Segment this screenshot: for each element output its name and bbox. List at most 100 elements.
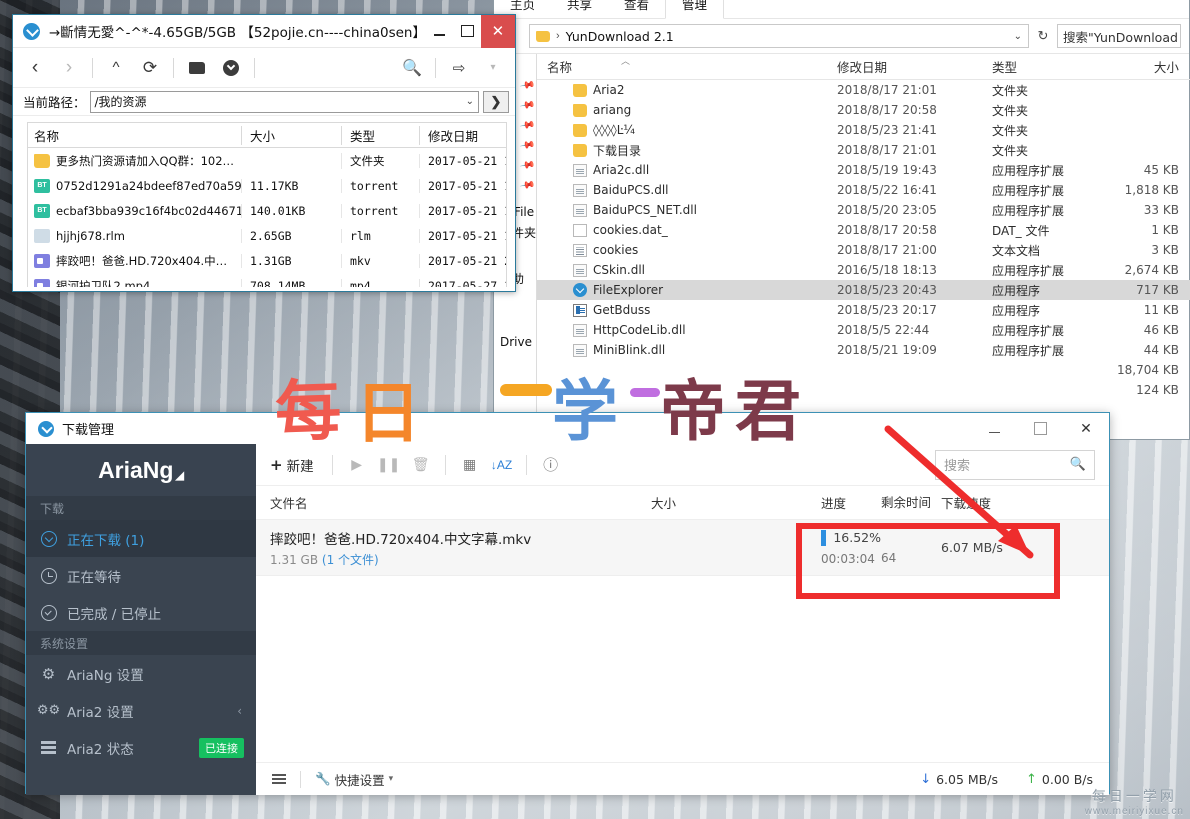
sidebar-item-ariang-settings[interactable]: ⚙ AriaNg 设置 xyxy=(26,655,256,692)
sidebar-item-aria2-status[interactable]: Aria2 状态 已连接 xyxy=(26,729,256,766)
table-row[interactable]: MiniBlink.dll 2018/5/21 19:09 应用程序扩展 44 KB xyxy=(537,340,1190,360)
download-icon[interactable] xyxy=(215,53,247,83)
chevron-down-icon[interactable]: ▾ xyxy=(389,774,394,784)
pin-icon[interactable]: 📌 xyxy=(519,178,536,194)
column-header-name[interactable]: 名称 ︿ xyxy=(537,57,827,76)
table-row[interactable]: HttpCodeLib.dll 2018/5/5 22:44 应用程序扩展 46 KB xyxy=(537,320,1190,340)
table-row[interactable]: cookies 2018/8/17 21:00 文本文档 3 KB xyxy=(537,240,1190,260)
view-grid-button[interactable]: ▦ xyxy=(456,451,484,479)
refresh-icon[interactable]: ⟳ xyxy=(134,53,166,83)
toolbar[interactable]: ‹ › ^ ⟳ 🔍 ⇨ ▾ xyxy=(13,48,515,88)
table-row[interactable]: Aria2 2018/8/17 21:01 文件夹 xyxy=(537,80,1190,100)
table-row[interactable]: 18,704 KB xyxy=(537,360,1190,380)
table-row[interactable]: hjjhj678.rlm 2.65GBrlm2017-05-21 15:18: xyxy=(28,223,506,248)
windows-explorer-window[interactable]: ▾ 应用程序工具 C:\Users\lt\Desktop\YunDownload… xyxy=(493,0,1190,440)
explorer-address-bar[interactable]: ↑ › YunDownload 2.1 ⌄ ↻ 搜索"YunDownload xyxy=(494,19,1189,53)
new-task-button[interactable]: + 新建 xyxy=(270,455,322,475)
ribbon-tabs[interactable]: 主页 共享 查看 管理 xyxy=(494,0,725,19)
sidebar-item-waiting[interactable]: 正在等待 xyxy=(26,557,256,594)
go-button[interactable]: ❯ xyxy=(483,90,509,113)
tab-share[interactable]: 共享 xyxy=(551,0,608,19)
path-bar[interactable]: 当前路径： /我的资源 ⌄ ❯ xyxy=(13,88,515,116)
table-row[interactable]: Aria2c.dll 2018/5/19 19:43 应用程序扩展 45 KB xyxy=(537,160,1190,180)
table-row[interactable]: 下载目录 2018/8/17 21:01 文件夹 xyxy=(537,140,1190,160)
file-list-pane[interactable]: 名称 ︿ 修改日期 类型 大小 Aria2 2018/8/17 21:01 文件夹 a… xyxy=(537,54,1190,425)
hamburger-icon[interactable] xyxy=(272,774,286,784)
pause-button[interactable]: ❚❚ xyxy=(375,451,403,479)
file-list-header[interactable]: 名称 ︿ 修改日期 类型 大小 xyxy=(537,54,1190,80)
chevron-left-icon[interactable]: ‹ xyxy=(237,704,242,718)
explorer-search-input[interactable]: 搜索"YunDownload xyxy=(1057,24,1181,48)
search-input[interactable]: 搜索 🔍 xyxy=(935,449,1095,480)
table-row[interactable]: cookies.dat_ 2018/8/17 20:58 DAT_ 文件 1 KB xyxy=(537,220,1190,240)
table-row[interactable]: FileExplorer 2018/5/23 20:43 应用程序 717 KB xyxy=(537,280,1190,300)
tab-view[interactable]: 查看 xyxy=(608,0,665,19)
up-icon[interactable]: ^ xyxy=(100,53,132,83)
table-row[interactable]: ariang 2018/8/17 20:58 文件夹 xyxy=(537,100,1190,120)
sort-button[interactable]: ↓AZ xyxy=(488,451,516,479)
torrent-icon: BT xyxy=(34,178,50,193)
table-row[interactable]: GetBduss 2018/5/23 20:17 应用程序 11 KB xyxy=(537,300,1190,320)
column-header-size[interactable]: 大小 xyxy=(1107,57,1190,76)
path-input[interactable]: /我的资源 ⌄ xyxy=(89,90,479,113)
sidebar-item-finished[interactable]: 已完成 / 已停止 xyxy=(26,594,256,631)
cloud-file-explorer-window[interactable]: →斷情无愛^-^*-4.65GB/5GB 【52pojie.cn----chin… xyxy=(12,14,516,292)
pin-icon[interactable]: 📌 xyxy=(519,78,536,94)
close-button[interactable]: ✕ xyxy=(1063,413,1109,444)
nav-item[interactable]: Drive xyxy=(494,332,536,352)
table-row[interactable]: 124 KB xyxy=(537,380,1190,400)
table-row[interactable]: 摔跤吧！爸爸.HD.720x404.中… 1.31GB mkv 2017-05-21 … xyxy=(28,248,506,273)
table-row[interactable]: BaiduPCS_NET.dll 2018/5/20 23:05 应用程序扩展 33 … xyxy=(537,200,1190,220)
column-header-date[interactable]: 修改日期 xyxy=(827,57,982,76)
sidebar-item-downloading[interactable]: 正在下载 (1) xyxy=(26,520,256,557)
minimize-button[interactable] xyxy=(971,413,1017,444)
task-row[interactable]: 摔跤吧！爸爸.HD.720x404.中文字幕.mkv 1.31 GB (1 个文… xyxy=(256,520,1109,576)
forward-icon[interactable]: › xyxy=(53,53,85,83)
breadcrumb[interactable]: › YunDownload 2.1 ⌄ xyxy=(529,24,1029,48)
quick-settings-button[interactable]: 🔧 快捷设置 ▾ xyxy=(315,770,393,789)
overflow-icon[interactable]: ▾ xyxy=(477,53,509,83)
column-header-type[interactable]: 类型 xyxy=(341,125,419,145)
pin-icon[interactable]: 📌 xyxy=(519,158,536,174)
breadcrumb-current[interactable]: YunDownload 2.1 xyxy=(566,29,1008,44)
table-row[interactable]: CSkin.dll 2016/5/18 18:13 应用程序扩展 2,674 KB xyxy=(537,260,1190,280)
sidebar-item-aria2-settings[interactable]: ⚙⚙ Aria2 设置 ‹ xyxy=(26,692,256,729)
minimize-button[interactable] xyxy=(426,15,453,48)
column-header-name[interactable]: 名称 xyxy=(28,126,241,145)
back-icon[interactable]: ‹ xyxy=(19,53,51,83)
folder-icon[interactable] xyxy=(181,53,213,83)
close-button[interactable]: ✕ xyxy=(480,14,515,48)
ariang-titlebar[interactable]: 下载管理 ✕ xyxy=(26,413,1109,444)
ariang-toolbar[interactable]: + 新建 ▶ ❚❚ 🗑 ▦ ↓AZ ⓘ 搜索 🔍 xyxy=(256,444,1109,486)
titlebar[interactable]: →斷情无愛^-^*-4.65GB/5GB 【52pojie.cn----chin… xyxy=(13,14,515,48)
column-header-type[interactable]: 类型 xyxy=(982,57,1107,76)
table-row[interactable]: 银河护卫队2.mp4 708.14MBmp42017-05-27 17:16: xyxy=(28,273,506,287)
maximize-button[interactable] xyxy=(453,15,480,48)
column-header-size[interactable]: 大小 xyxy=(241,125,341,145)
chevron-down-icon[interactable]: ⌄ xyxy=(1014,31,1022,42)
cloud-list-header[interactable]: 名称 大小 类型 修改日期 xyxy=(28,123,506,148)
start-button[interactable]: ▶ xyxy=(343,451,371,479)
pin-icon[interactable]: 📌 xyxy=(519,138,536,154)
table-row[interactable]: BT 0752d1291a24bdeef87ed70a590… 11.17KB tor… xyxy=(28,173,506,198)
exit-icon[interactable]: ⇨ xyxy=(443,53,475,83)
tab-manage[interactable]: 管理 xyxy=(665,0,725,19)
table-row[interactable]: 更多热门资源请加入QQ群：102… 文件夹2017-05-21 15:18: xyxy=(28,148,506,173)
table-row[interactable]: BT ecbaf3bba939c16f4bc02d44671… 140.01KB to… xyxy=(28,198,506,223)
chevron-down-icon[interactable]: ⌄ xyxy=(466,96,474,107)
ariang-window[interactable]: 下载管理 ✕ AriaNg ◢ 下载 正在下载 (1) 正在等待 已完成 / 已… xyxy=(25,412,1110,795)
help-button[interactable]: ⓘ xyxy=(537,451,565,479)
column-header-date[interactable]: 修改日期 xyxy=(419,125,506,145)
maximize-button[interactable] xyxy=(1017,413,1063,444)
delete-button[interactable]: 🗑 xyxy=(407,451,435,479)
pin-icon[interactable]: 📌 xyxy=(519,118,536,134)
refresh-icon[interactable]: ↻ xyxy=(1034,25,1052,47)
ariang-statusbar[interactable]: 🔧 快捷设置 ▾ ↓ 6.05 MB/s ↑ 0.00 B/s xyxy=(256,762,1109,795)
search-icon[interactable]: 🔍 xyxy=(396,53,428,83)
search-icon[interactable]: 🔍 xyxy=(1070,457,1086,472)
table-row[interactable]: BaiduPCS.dll 2018/5/22 16:41 应用程序扩展 1,818 K… xyxy=(537,180,1190,200)
cloud-file-list[interactable]: 名称 大小 类型 修改日期 更多热门资源请加入QQ群：102… 文件夹 2017-0… xyxy=(27,122,507,287)
table-row[interactable]: ◊◊◊◊Ŀ¼ 2018/5/23 21:41 文件夹 xyxy=(537,120,1190,140)
pin-icon[interactable]: 📌 xyxy=(519,98,536,114)
cell-size: 18,704 KB xyxy=(1117,363,1179,377)
